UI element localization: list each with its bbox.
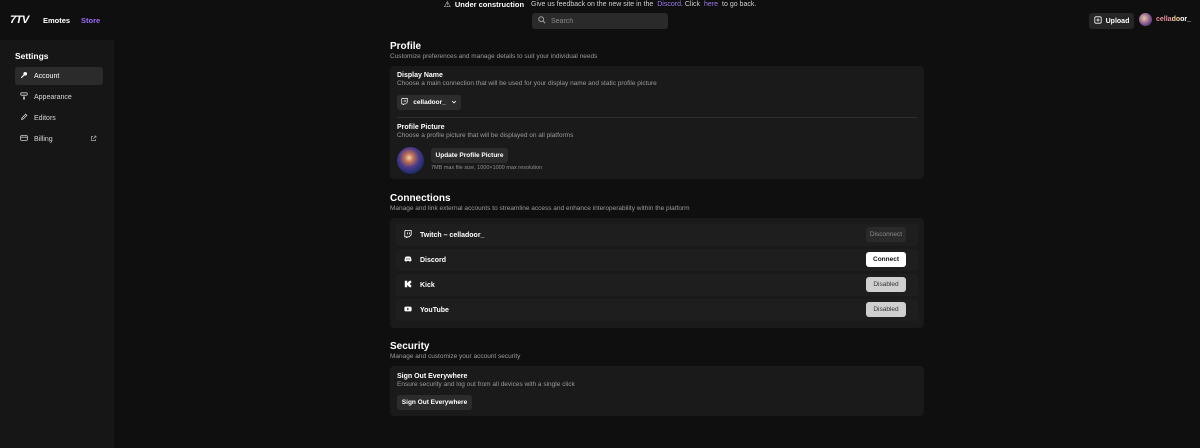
external-link-icon (90, 135, 97, 144)
credit-card-icon (20, 134, 28, 144)
banner-title: Under construction (454, 0, 525, 9)
security-title: Security (390, 341, 430, 352)
sidebar-item-appearance[interactable]: Appearance (15, 88, 103, 106)
sidebar-title: Settings (15, 51, 49, 61)
kick-icon (404, 280, 412, 290)
profile-card: Display Name Choose a main connection th… (390, 66, 924, 179)
connections-card: Twitch – celladoor_ Disconnect Discord C… (390, 218, 924, 328)
sidebar-item-editors[interactable]: Editors (15, 109, 103, 127)
profile-picture-avatar (397, 147, 424, 174)
go-back-link[interactable]: here (704, 1, 718, 8)
disconnect-twitch-button[interactable]: Disconnect (866, 227, 906, 242)
connections-title: Connections (390, 193, 451, 204)
connections-header: Connections Manage and link external acc… (390, 193, 690, 212)
profile-subtitle: Customize preferences and manage details… (390, 53, 598, 60)
profile-picture-label: Profile Picture (397, 124, 445, 131)
avatar (1139, 13, 1152, 26)
display-name-label: Display Name (397, 72, 443, 79)
banner-text-middle: . Click (680, 1, 701, 8)
kick-disabled-button[interactable]: Disabled (866, 277, 906, 292)
divider (397, 117, 917, 118)
connection-row-discord: Discord Connect (396, 249, 918, 271)
banner-text: Give us feedback on the new site in the (531, 1, 654, 8)
connection-row-kick: Kick Disabled (396, 274, 918, 296)
connection-name: Discord (420, 256, 447, 264)
profile-picture-hint: 7MB max file size, 1000×1000 max resolut… (431, 165, 543, 171)
upload-button[interactable]: Upload (1089, 13, 1134, 29)
key-icon (20, 71, 28, 81)
connection-name: YouTube (420, 306, 449, 314)
display-name-value: celladoor_ (413, 99, 446, 106)
twitch-icon (401, 98, 408, 107)
nav-store[interactable]: Store (81, 16, 100, 25)
pencil-icon (20, 113, 28, 123)
sign-out-everywhere-button[interactable]: Sign Out Everywhere (397, 395, 472, 410)
nav-emotes[interactable]: Emotes (43, 16, 70, 25)
profile-picture-description: Choose a profile picture that will be di… (397, 132, 574, 139)
security-card: Sign Out Everywhere Ensure security and … (390, 366, 924, 416)
discord-link[interactable]: Discord (657, 1, 681, 8)
security-header: Security Manage and customize your accou… (390, 341, 520, 360)
profile-header: Profile Customize preferences and manage… (390, 41, 597, 60)
connect-discord-button[interactable]: Connect (866, 252, 906, 267)
connection-row-twitch: Twitch – celladoor_ Disconnect (396, 224, 918, 246)
display-name-description: Choose a main connection that will be us… (397, 80, 657, 87)
upload-label: Upload (1105, 17, 1130, 25)
top-bar: ⚠ Under construction Give us feedback on… (0, 0, 1200, 40)
search-bar[interactable] (532, 13, 668, 29)
connection-name: Kick (420, 281, 435, 289)
settings-sidebar: Settings Account Appearance Editors Bill… (0, 40, 114, 448)
warning-icon: ⚠ (443, 0, 451, 9)
logo[interactable]: 7TV (10, 14, 29, 26)
sidebar-item-label: Billing (34, 135, 53, 143)
youtube-icon (404, 305, 412, 315)
user-menu[interactable]: celladoor_ (1139, 13, 1191, 26)
sidebar-item-label: Account (34, 72, 60, 80)
upload-icon (1094, 16, 1102, 26)
sidebar-item-label: Editors (34, 114, 56, 122)
chevron-down-icon (451, 99, 457, 107)
connection-name: Twitch – celladoor_ (420, 231, 485, 239)
youtube-disabled-button[interactable]: Disabled (866, 302, 906, 317)
username: celladoor_ (1156, 16, 1192, 23)
connection-row-youtube: YouTube Disabled (396, 299, 918, 321)
search-icon (538, 16, 546, 26)
sidebar-item-account[interactable]: Account (15, 67, 103, 85)
display-name-select[interactable]: celladoor_ (397, 95, 461, 110)
discord-icon (404, 255, 412, 265)
paint-roller-icon (20, 92, 28, 102)
sidebar-item-label: Appearance (34, 93, 72, 101)
twitch-icon (404, 230, 412, 240)
sign-out-label: Sign Out Everywhere (397, 373, 468, 380)
banner-text-end: to go back. (722, 1, 757, 8)
connections-subtitle: Manage and link external accounts to str… (390, 205, 690, 212)
sign-out-description: Ensure security and log out from all dev… (397, 381, 575, 388)
profile-title: Profile (390, 41, 422, 52)
security-subtitle: Manage and customize your account securi… (390, 353, 521, 360)
search-input[interactable] (551, 17, 661, 25)
update-profile-picture-button[interactable]: Update Profile Picture (431, 148, 508, 163)
construction-banner: ⚠ Under construction Give us feedback on… (0, 0, 1200, 9)
sidebar-item-billing[interactable]: Billing (15, 130, 103, 148)
